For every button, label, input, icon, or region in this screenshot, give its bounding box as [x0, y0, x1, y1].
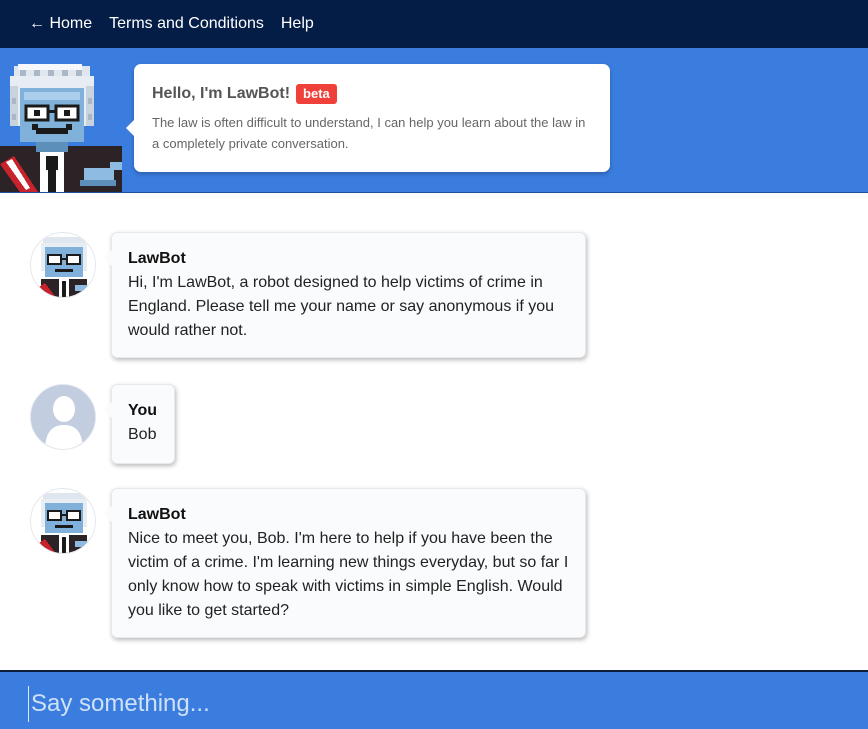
message-input-bar: [0, 670, 868, 729]
message-text: Bob: [128, 426, 157, 443]
beta-badge: beta: [296, 84, 337, 104]
message-input[interactable]: [28, 686, 828, 722]
lawbot-mascot-icon: [0, 62, 122, 192]
top-nav: ← Home Terms and Conditions Help: [0, 0, 868, 48]
welcome-card: Hello, I'm LawBot! beta The law is often…: [126, 64, 610, 172]
hero-header: Hello, I'm LawBot! beta The law is often…: [0, 48, 868, 193]
message-bubble: LawBot Hi, I'm LawBot, a robot designed …: [104, 232, 586, 358]
message-bubble: LawBot Nice to meet you, Bob. I'm here t…: [104, 488, 586, 638]
message-text: Nice to meet you, Bob. I'm here to help …: [128, 530, 569, 619]
message-bubble: You Bob: [104, 384, 175, 464]
home-link[interactable]: ← Home: [29, 15, 92, 33]
lawbot-avatar-icon: [30, 232, 96, 298]
message-sender: You: [128, 402, 158, 419]
terms-link[interactable]: Terms and Conditions: [109, 15, 264, 33]
welcome-title: Hello, I'm LawBot!: [152, 85, 291, 102]
message-sender: LawBot: [128, 506, 186, 523]
lawbot-avatar-icon: [30, 488, 96, 554]
message-sender: LawBot: [128, 250, 186, 267]
help-link[interactable]: Help: [281, 15, 314, 33]
welcome-description: The law is often difficult to understand…: [152, 115, 586, 151]
chat-messages: LawBot Hi, I'm LawBot, a robot designed …: [0, 194, 868, 670]
message-text: Hi, I'm LawBot, a robot designed to help…: [128, 274, 555, 339]
user-avatar-icon: [30, 384, 96, 450]
